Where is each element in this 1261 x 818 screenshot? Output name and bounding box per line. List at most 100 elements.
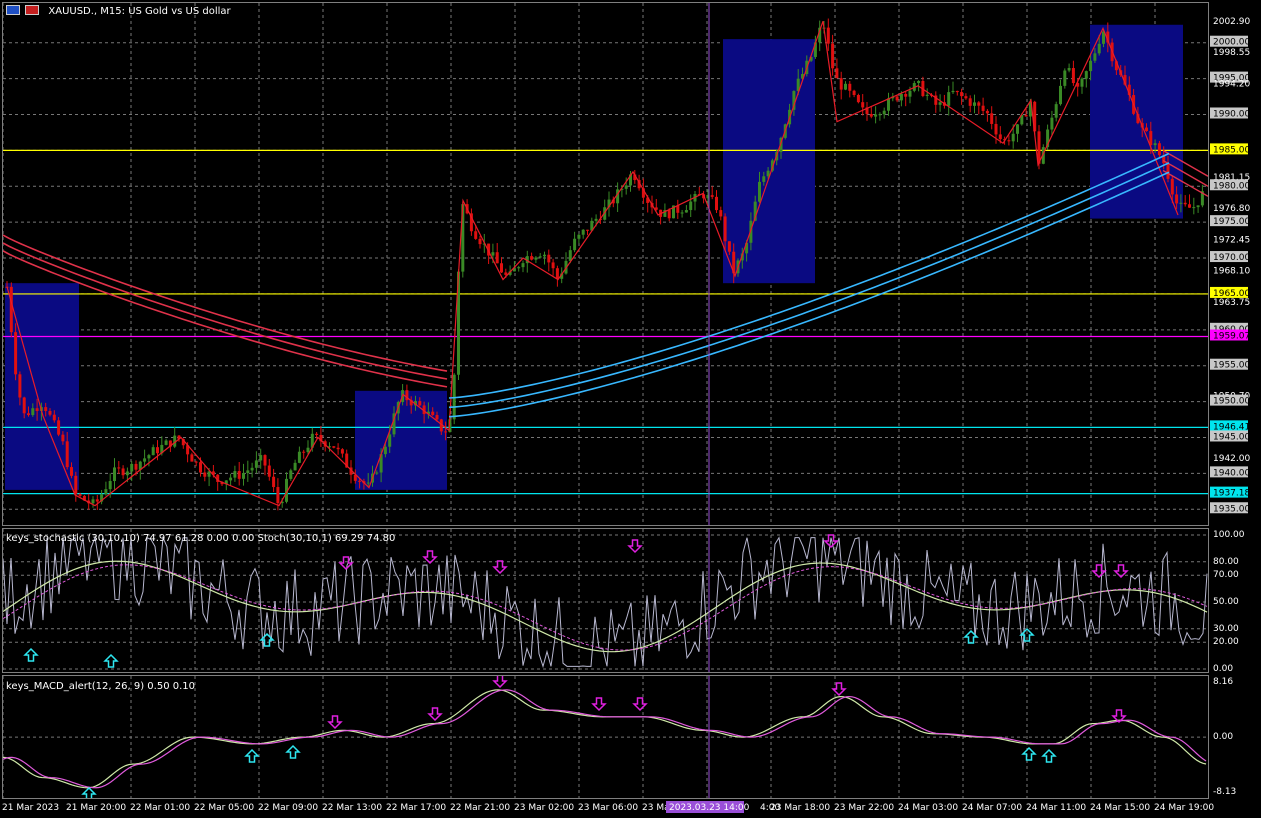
candle-body: [52, 414, 56, 421]
macd-chart-svg: [3, 676, 1208, 798]
candle-body: [444, 431, 448, 433]
price-level-label: 1935.00: [1213, 504, 1250, 514]
price-tick-label: 1994.20: [1213, 79, 1250, 89]
candle-body: [272, 476, 276, 488]
candle-body: [121, 468, 125, 476]
candle-body: [723, 216, 727, 242]
candle-body: [336, 447, 340, 450]
candle-body: [358, 480, 362, 482]
time-label: 21 Mar 20:00: [66, 803, 126, 813]
price-pane[interactable]: [2, 2, 1209, 526]
candle-body: [108, 481, 112, 490]
price-chart-svg: [3, 3, 1208, 525]
candle-body: [306, 447, 310, 453]
candle-body: [985, 110, 989, 114]
candle-body: [246, 470, 250, 474]
candle-body: [18, 374, 22, 398]
candle-body: [1188, 204, 1191, 208]
candle-body: [908, 90, 912, 97]
price-axis[interactable]: 2002.902000.001998.551995.001994.201990.…: [1209, 0, 1261, 800]
candle-body: [203, 472, 207, 477]
macd-up-arrow-icon: [285, 744, 301, 759]
price-level-label: 1940.00: [1213, 468, 1250, 478]
macd-tick-label: -8.13: [1213, 787, 1236, 797]
price-tick-label: 1942.00: [1213, 454, 1250, 464]
candle-body: [1170, 178, 1174, 195]
candle-body: [332, 446, 336, 448]
candle-body: [383, 446, 387, 455]
candle-body: [551, 262, 555, 269]
candle-body: [44, 407, 48, 411]
candle-body: [431, 411, 435, 416]
price-tick-label: 1968.10: [1213, 267, 1250, 277]
candle-body: [1179, 202, 1183, 204]
price-tag-label: 1959.07: [1213, 331, 1250, 341]
candle-body: [521, 263, 525, 268]
time-label: 24 Mar 15:00: [1090, 803, 1150, 813]
candle-body: [289, 470, 293, 479]
candle-body: [586, 229, 589, 231]
candle-body: [547, 254, 551, 263]
candle-body: [835, 68, 839, 79]
candle-body: [14, 332, 18, 375]
time-axis[interactable]: 21 Mar 2023 21 Mar 20:00 22 Mar 01:00 22 Ma…: [0, 800, 1261, 818]
candle-body: [869, 114, 873, 117]
candle-body: [917, 80, 921, 84]
candle-body: [874, 114, 878, 117]
candle-body: [1089, 60, 1093, 72]
candle-body: [491, 252, 495, 256]
candle-body: [684, 210, 688, 213]
time-label: 21 Mar 2023: [2, 803, 59, 813]
candle-body: [113, 467, 116, 482]
candle-body: [297, 451, 301, 463]
candle-body: [237, 471, 241, 479]
candle-body: [1024, 114, 1028, 117]
candle-body: [1011, 133, 1015, 142]
stochastic-pane[interactable]: [2, 528, 1209, 673]
candle-body: [955, 90, 959, 93]
stoch-down-arrow-icon: [492, 560, 508, 575]
stoch-tick-label: 80.00: [1213, 557, 1239, 567]
macd-pane[interactable]: [2, 675, 1209, 799]
candle-body: [538, 256, 542, 258]
time-label: 22 Mar 09:00: [258, 803, 318, 813]
candle-body: [61, 434, 65, 442]
price-tick-label: 1998.55: [1213, 48, 1250, 58]
time-label: 22 Mar 21:00: [450, 803, 510, 813]
time-label: 23 Mar 02:00: [514, 803, 574, 813]
candle-body: [826, 27, 830, 44]
candle-body: [194, 461, 198, 463]
candle-body: [594, 218, 598, 221]
macd-title: keys_MACD_alert(12, 26, 9) 0.50 0.10: [6, 681, 195, 692]
candle-body: [151, 447, 155, 456]
price-level-label: 2000.00: [1213, 38, 1250, 48]
candle-body: [990, 113, 994, 124]
candle-body: [577, 234, 581, 239]
candle-body: [887, 98, 890, 111]
time-label: 24 Mar 11:00: [1026, 803, 1086, 813]
candle-body: [624, 185, 628, 189]
candle-body: [48, 410, 52, 415]
symbol-title: XAUUSD., M15: US Gold vs US dollar: [48, 6, 231, 17]
candle-body: [555, 268, 559, 279]
candle-body: [689, 201, 693, 211]
time-label: 24 Mar 07:00: [962, 803, 1022, 813]
candle-body: [1054, 104, 1058, 118]
candle-body: [968, 98, 972, 106]
candle-body: [504, 272, 508, 275]
time-label: 22 Mar 01:00: [130, 803, 190, 813]
candle-body: [848, 83, 852, 91]
candle-body: [758, 181, 761, 202]
candle-body: [1192, 207, 1196, 209]
candle-body: [190, 454, 194, 462]
candle-body: [199, 462, 202, 473]
price-tick-label: 2002.90: [1213, 17, 1250, 27]
candle-body: [1084, 71, 1088, 79]
candle-body: [710, 195, 714, 197]
stoch-tick-label: 20.00: [1213, 637, 1239, 647]
candle-body: [134, 463, 138, 470]
candle-body: [293, 462, 297, 471]
candle-body: [147, 455, 151, 459]
candle-body: [1145, 127, 1148, 132]
stochastic-title: keys_stochastic (30,10,10) 74.97 61.28 0…: [6, 533, 396, 544]
